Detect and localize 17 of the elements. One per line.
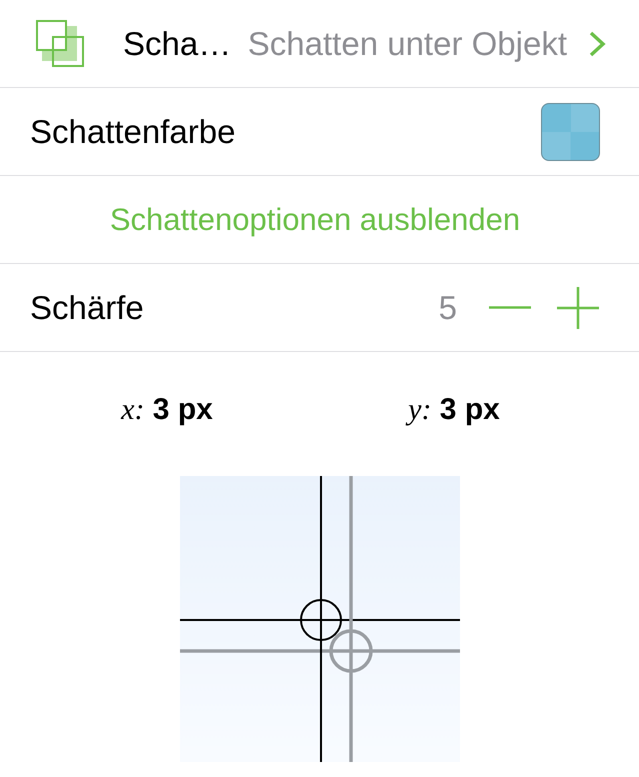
sharpness-value: 5 (438, 288, 457, 326)
minus-icon (489, 306, 531, 309)
shadow-style-value[interactable]: Schatten unter Objekt (248, 24, 567, 62)
shadow-style-title: Scha… (123, 24, 232, 62)
color-swatch-icon[interactable] (541, 102, 600, 160)
shadow-style-icon (36, 20, 84, 67)
shadow-offset-handle[interactable] (328, 629, 372, 673)
offset-label: y: 3 px (408, 393, 500, 427)
increase-button[interactable] (557, 286, 599, 328)
plus-icon (557, 286, 599, 328)
offset-label: x: 3 px (121, 393, 213, 427)
shadow-color-label: Schattenfarbe (30, 112, 236, 150)
chevron-icon[interactable] (588, 30, 606, 56)
offset-pad[interactable] (180, 476, 460, 762)
origin-ring (300, 599, 342, 641)
sharpness-label: Schärfe (30, 288, 144, 326)
hide-options-button[interactable]: Schattenoptionen ausblenden (110, 202, 520, 238)
